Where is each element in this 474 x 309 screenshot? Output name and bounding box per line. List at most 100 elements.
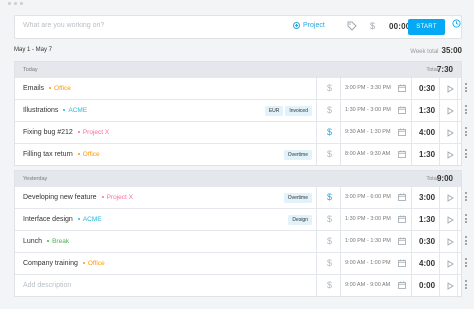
entry-duration[interactable]: 1:30: [419, 150, 435, 159]
tag-chip[interactable]: Overtime: [283, 150, 312, 160]
calendar-icon[interactable]: [398, 237, 406, 245]
entry-duration[interactable]: 4:00: [419, 128, 435, 137]
calendar-icon[interactable]: [398, 193, 406, 201]
billable-dollar-icon[interactable]: $: [327, 127, 332, 137]
project-dot: [101, 196, 104, 199]
entry-time-range[interactable]: 1:30 PM - 3:00 PM: [345, 216, 391, 222]
entry-description[interactable]: Company training: [23, 260, 78, 267]
divider: [439, 78, 440, 99]
entry-project[interactable]: ACME: [63, 107, 87, 114]
entry-time-range[interactable]: 9:30 AM - 1:30 PM: [345, 129, 391, 135]
entry-tags[interactable]: Design: [288, 215, 312, 225]
project-button-label: Project: [303, 22, 325, 29]
entry-project[interactable]: Office: [49, 85, 71, 92]
divider: [340, 187, 341, 208]
entry-duration[interactable]: 0:30: [419, 237, 435, 246]
tag-chip[interactable]: Design: [288, 215, 312, 225]
entry-duration[interactable]: 1:30: [419, 215, 435, 224]
entry-description[interactable]: Developing new feature: [23, 194, 97, 201]
play-icon[interactable]: [447, 216, 454, 224]
entry-time-range[interactable]: 9:00 AM - 1:00 PM: [345, 260, 391, 266]
more-options-icon[interactable]: [465, 149, 467, 158]
description-input[interactable]: [23, 22, 273, 29]
entry-time-range[interactable]: 9:00 AM - 9:00 AM: [345, 282, 390, 288]
calendar-icon[interactable]: [398, 281, 406, 289]
play-icon[interactable]: [447, 107, 454, 115]
entry-description[interactable]: Filling tax return: [23, 151, 73, 158]
play-icon[interactable]: [447, 85, 454, 93]
entry-project[interactable]: Project X: [77, 129, 109, 136]
more-options-icon[interactable]: [465, 105, 467, 114]
more-options-icon[interactable]: [465, 280, 467, 289]
entry-time-range[interactable]: 3:00 PM - 6:00 PM: [345, 194, 391, 200]
entry-project[interactable]: Break: [47, 238, 69, 245]
entry-description[interactable]: Add description: [23, 282, 71, 289]
calendar-icon[interactable]: [398, 259, 406, 267]
entry-project[interactable]: Office: [77, 151, 100, 158]
start-button[interactable]: START: [408, 19, 445, 35]
more-options-icon[interactable]: [465, 192, 467, 201]
billable-dollar-icon[interactable]: $: [327, 149, 332, 159]
entry-duration[interactable]: 1:30: [419, 106, 435, 115]
calendar-icon[interactable]: [398, 84, 406, 92]
billable-dollar-icon[interactable]: $: [327, 258, 332, 268]
billable-dollar-icon[interactable]: $: [327, 192, 332, 202]
play-icon[interactable]: [447, 151, 454, 159]
entry-duration[interactable]: 3:00: [419, 193, 435, 202]
entry-tags[interactable]: EUR Invoiced: [264, 106, 312, 116]
more-options-icon[interactable]: [465, 214, 467, 223]
tag-icon[interactable]: [347, 21, 357, 31]
billable-dollar-icon[interactable]: $: [327, 83, 332, 93]
billable-dollar-icon[interactable]: $: [370, 21, 375, 31]
entry-duration[interactable]: 0:30: [419, 84, 435, 93]
entry-time-range[interactable]: 8:00 AM - 9:30 AM: [345, 151, 390, 157]
billable-dollar-icon[interactable]: $: [327, 214, 332, 224]
play-icon[interactable]: [447, 129, 454, 137]
tag-chip[interactable]: EUR: [264, 106, 284, 116]
entry-time-range[interactable]: 3:00 PM - 3:30 PM: [345, 85, 391, 91]
entry-time-range[interactable]: 1:00 PM - 1:30 PM: [345, 238, 391, 244]
calendar-icon[interactable]: [398, 150, 406, 158]
more-options-icon[interactable]: [465, 258, 467, 267]
play-icon[interactable]: [447, 282, 454, 290]
divider: [411, 209, 412, 230]
entry-description[interactable]: Illustrations: [23, 107, 58, 114]
play-icon[interactable]: [447, 238, 454, 246]
calendar-icon[interactable]: [398, 128, 406, 136]
divider: [439, 209, 440, 230]
billable-dollar-icon[interactable]: $: [327, 280, 332, 290]
tag-chip[interactable]: Overtime: [283, 193, 312, 203]
calendar-icon[interactable]: [398, 215, 406, 223]
more-options-icon[interactable]: [465, 127, 467, 136]
calendar-icon[interactable]: [398, 106, 406, 114]
entry-project[interactable]: ACME: [77, 216, 102, 223]
entry-time-range[interactable]: 1:30 PM - 3:00 PM: [345, 107, 391, 113]
play-icon[interactable]: [447, 260, 454, 268]
entry-tags[interactable]: Overtime: [283, 150, 312, 160]
divider: [411, 144, 412, 165]
project-button[interactable]: Project: [293, 22, 325, 29]
billable-dollar-icon[interactable]: $: [327, 236, 332, 246]
entry-tags[interactable]: Overtime: [283, 193, 312, 203]
project-dot: [49, 87, 52, 90]
entry-description[interactable]: Fixing bug #212: [23, 129, 73, 136]
divider: [316, 187, 317, 208]
entry-project[interactable]: Project X: [101, 194, 133, 201]
tag-chip[interactable]: Invoiced: [285, 106, 312, 116]
entry-description[interactable]: Interface design: [23, 216, 73, 223]
billable-dollar-icon[interactable]: $: [327, 105, 332, 115]
entry-description[interactable]: Lunch: [23, 238, 42, 245]
project-dot: [63, 109, 66, 112]
play-icon[interactable]: [447, 194, 454, 202]
entry-duration[interactable]: 0:00: [419, 281, 435, 290]
entry-project[interactable]: Office: [82, 260, 105, 267]
time-entry-row: Interface design ACME Design $1:30 PM - 3:0…: [15, 208, 467, 230]
entry-description[interactable]: Emails: [23, 85, 44, 92]
more-options-icon[interactable]: [465, 83, 467, 92]
project-dot: [77, 153, 80, 156]
divider: [316, 275, 317, 296]
entry-duration[interactable]: 4:00: [419, 259, 435, 268]
clock-icon[interactable]: [452, 19, 461, 28]
divider: [340, 144, 341, 165]
more-options-icon[interactable]: [465, 236, 467, 245]
